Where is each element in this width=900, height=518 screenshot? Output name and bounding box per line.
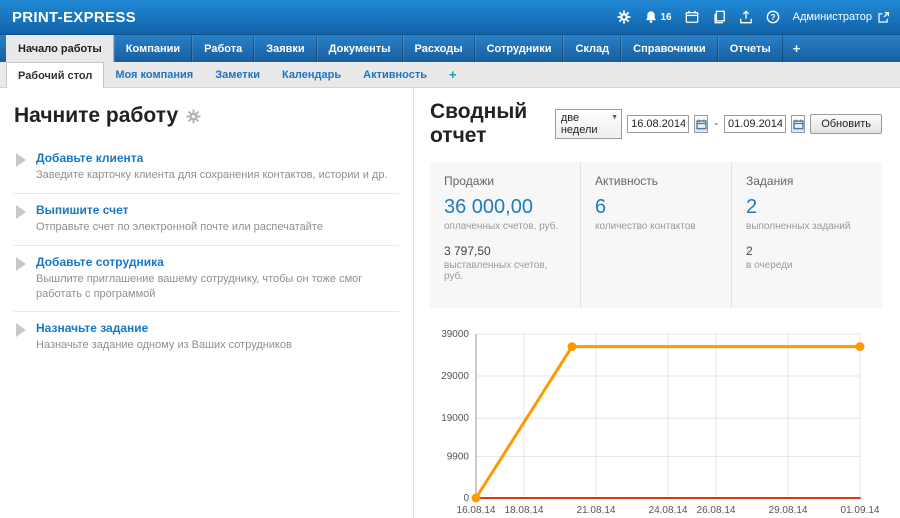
add-client-link[interactable]: Добавьте клиента xyxy=(36,151,143,165)
user-name: Администратор xyxy=(793,11,872,23)
svg-text:29.08.14: 29.08.14 xyxy=(769,505,808,516)
item-description: Заведите карточку клиента для сохранения… xyxy=(36,168,388,183)
summary-chart: 16.08.14 18.08.14 21.08.14 24.08.14 26.08.14… xyxy=(430,324,882,518)
tab-add-button[interactable]: + xyxy=(783,35,811,62)
calendar-icon[interactable] xyxy=(685,10,699,24)
svg-text:24.08.14: 24.08.14 xyxy=(649,505,688,516)
stat-secondary-label: выставленных счетов, руб. xyxy=(444,260,566,282)
tab-getting-started[interactable]: Начало работы xyxy=(6,35,114,62)
main-content: Начните работу Добавьте клиента Заведите… xyxy=(0,88,900,518)
getting-started-panel: Начните работу Добавьте клиента Заведите… xyxy=(0,88,413,518)
stat-secondary-value: 3 797,50 xyxy=(444,244,566,258)
svg-text:29000: 29000 xyxy=(441,371,469,382)
svg-text:26.08.14: 26.08.14 xyxy=(697,505,736,516)
svg-text:21.08.14: 21.08.14 xyxy=(577,505,616,516)
stat-primary-value: 2 xyxy=(746,196,868,219)
notifications-count: 16 xyxy=(661,12,672,23)
sub-nav: Рабочий стол Моя компания Заметки Календ… xyxy=(0,62,900,88)
user-menu[interactable]: Администратор xyxy=(793,11,890,24)
period-value: две недели xyxy=(561,112,598,136)
stat-primary-value: 36 000,00 xyxy=(444,196,566,219)
list-item: Добавьте клиента Заведите карточку клиен… xyxy=(14,142,399,193)
help-icon[interactable]: ? xyxy=(766,10,780,24)
svg-text:39000: 39000 xyxy=(441,329,469,340)
stat-tasks: Задания 2 выполненных заданий 2 в очеред… xyxy=(731,162,882,308)
item-description: Назначьте задание одному из Ваших сотруд… xyxy=(36,338,292,353)
stat-title: Продажи xyxy=(444,174,566,188)
arrow-right-icon xyxy=(16,205,26,219)
svg-text:01.09.14: 01.09.14 xyxy=(841,505,880,516)
subtab-desktop[interactable]: Рабочий стол xyxy=(6,62,104,88)
stat-title: Активность xyxy=(595,174,717,188)
tab-references[interactable]: Справочники xyxy=(621,35,718,62)
main-nav: Начало работы Компании Работа Заявки Док… xyxy=(0,34,900,62)
stat-primary-value: 6 xyxy=(595,196,717,219)
date-to-calendar-button[interactable] xyxy=(791,115,805,133)
list-item: Выпишите счет Отправьте счет по электрон… xyxy=(14,193,399,245)
assign-task-link[interactable]: Назначьте задание xyxy=(36,321,148,335)
subtab-my-company[interactable]: Моя компания xyxy=(104,62,204,87)
tab-warehouse[interactable]: Склад xyxy=(563,35,621,62)
summary-report-panel: Сводный отчет две недели - Обновить xyxy=(413,88,900,518)
stat-activity: Активность 6 количество контактов xyxy=(580,162,731,308)
date-to-input[interactable] xyxy=(724,115,786,133)
notifications-icon[interactable]: 16 xyxy=(644,10,672,24)
tab-expenses[interactable]: Расходы xyxy=(403,35,475,62)
stat-primary-label: выполненных заданий xyxy=(746,221,868,232)
date-from-calendar-button[interactable] xyxy=(694,115,708,133)
upload-icon[interactable] xyxy=(739,10,753,24)
svg-text:?: ? xyxy=(770,13,775,22)
date-range-separator: - xyxy=(713,118,719,130)
copy-icon[interactable] xyxy=(712,10,726,24)
stats-row: Продажи 36 000,00 оплаченных счетов, руб… xyxy=(430,162,882,308)
stat-primary-label: оплаченных счетов, руб. xyxy=(444,221,566,232)
svg-text:19000: 19000 xyxy=(441,413,469,424)
stat-primary-label: количество контактов xyxy=(595,221,717,232)
list-item: Назначьте задание Назначьте задание одно… xyxy=(14,311,399,363)
subtab-notes[interactable]: Заметки xyxy=(204,62,271,87)
arrow-right-icon xyxy=(16,257,26,271)
arrow-right-icon xyxy=(16,153,26,167)
line-chart: 16.08.14 18.08.14 21.08.14 24.08.14 26.08.14… xyxy=(430,324,882,518)
settings-icon[interactable] xyxy=(617,10,631,24)
svg-text:9900: 9900 xyxy=(447,451,470,462)
tab-requests[interactable]: Заявки xyxy=(254,35,316,62)
subtab-calendar[interactable]: Календарь xyxy=(271,62,352,87)
refresh-button[interactable]: Обновить xyxy=(810,114,882,134)
subtab-add-button[interactable]: + xyxy=(438,62,468,87)
app-window: PRINT-EXPRESS 16 ? Администратор xyxy=(0,0,900,518)
tab-companies[interactable]: Компании xyxy=(114,35,192,62)
tab-employees[interactable]: Сотрудники xyxy=(475,35,564,62)
tab-work[interactable]: Работа xyxy=(192,35,254,62)
svg-text:0: 0 xyxy=(463,493,469,504)
getting-started-title: Начните работу xyxy=(14,104,178,128)
stat-sales: Продажи 36 000,00 оплаченных счетов, руб… xyxy=(430,162,580,308)
header-toolbar: 16 ? Администратор xyxy=(617,10,891,24)
summary-report-title: Сводный отчет xyxy=(430,100,555,148)
report-controls: две недели - Обновить xyxy=(555,109,882,139)
stat-title: Задания xyxy=(746,174,868,188)
stat-secondary-label: в очереди xyxy=(746,260,868,271)
period-select[interactable]: две недели xyxy=(555,109,622,139)
subtab-activity[interactable]: Активность xyxy=(352,62,438,87)
item-description: Вышлите приглашение вашему сотруднику, ч… xyxy=(36,272,396,302)
tab-documents[interactable]: Документы xyxy=(317,35,403,62)
tab-reports[interactable]: Отчеты xyxy=(718,35,783,62)
external-link-icon xyxy=(877,11,890,24)
create-invoice-link[interactable]: Выпишите счет xyxy=(36,203,129,217)
top-header: PRINT-EXPRESS 16 ? Администратор xyxy=(0,0,900,34)
svg-text:16.08.14: 16.08.14 xyxy=(457,505,496,516)
add-employee-link[interactable]: Добавьте сотрудника xyxy=(36,255,164,269)
arrow-right-icon xyxy=(16,323,26,337)
widget-settings-icon[interactable] xyxy=(186,109,201,124)
app-logo: PRINT-EXPRESS xyxy=(12,9,136,26)
svg-text:18.08.14: 18.08.14 xyxy=(505,505,544,516)
list-item: Добавьте сотрудника Вышлите приглашение … xyxy=(14,245,399,312)
date-from-input[interactable] xyxy=(627,115,689,133)
stat-secondary-value: 2 xyxy=(746,244,868,258)
item-description: Отправьте счет по электронной почте или … xyxy=(36,220,323,235)
